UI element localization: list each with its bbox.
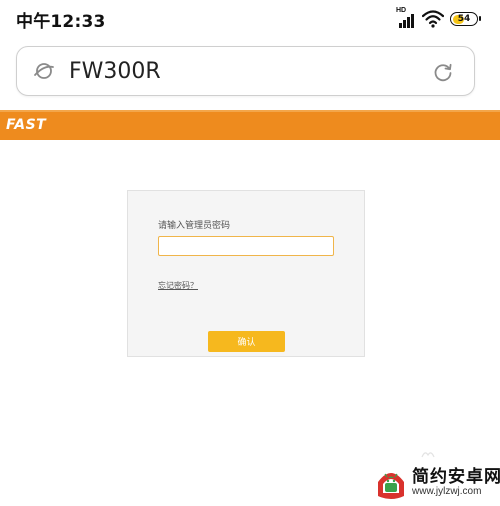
android-logo-icon [378, 473, 404, 499]
battery-icon: 54 [450, 12, 481, 26]
faint-mark-icon [421, 452, 435, 458]
login-panel: 请输入管理员密码 忘记密码？ 确认 [127, 190, 365, 357]
status-icons: HD 54 [396, 7, 481, 28]
battery-level: 54 [457, 14, 471, 24]
password-input[interactable] [158, 236, 334, 256]
planet-icon [34, 63, 54, 79]
status-time: 中午12:33 [16, 12, 106, 32]
network-label: HD [396, 7, 407, 14]
fast-logo: FAST [6, 117, 47, 133]
wifi-icon [422, 10, 444, 28]
brand-bar: FAST [0, 110, 500, 140]
watermark: 简约安卓网 www.jylzwj.com [372, 460, 500, 506]
refresh-icon[interactable] [432, 61, 454, 83]
signal-icon: HD [396, 7, 416, 28]
confirm-button[interactable]: 确认 [208, 331, 285, 352]
status-bar: 中午12:33 HD 54 [0, 0, 500, 36]
watermark-url: www.jylzwj.com [412, 486, 482, 497]
url-text[interactable]: FW300R [69, 59, 161, 84]
address-bar[interactable]: FW300R [16, 46, 475, 96]
password-label: 请输入管理员密码 [158, 221, 231, 231]
watermark-text: 简约安卓网 [412, 467, 500, 487]
forgot-password-link[interactable]: 忘记密码？ [158, 280, 198, 291]
